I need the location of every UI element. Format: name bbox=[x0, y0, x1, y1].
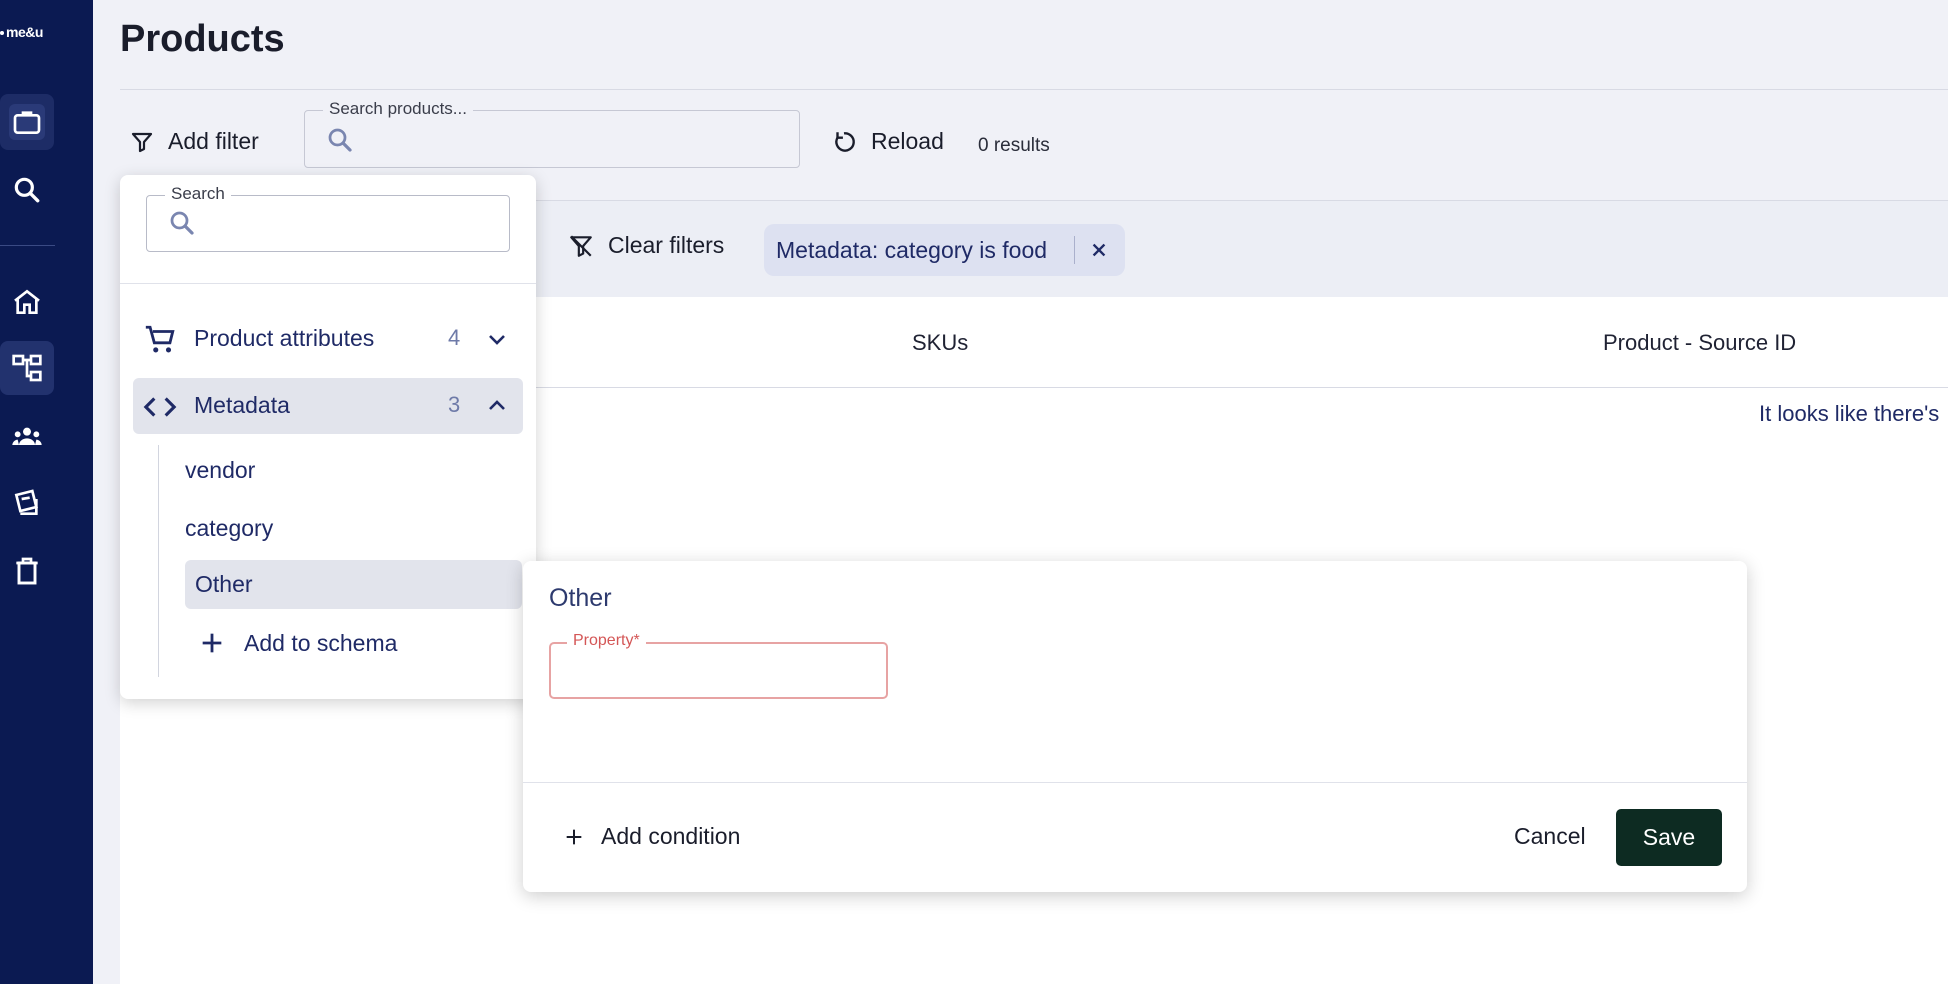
property-input[interactable]: Property* bbox=[549, 632, 888, 699]
chip-divider bbox=[1074, 236, 1075, 264]
metadata-item-other[interactable]: Other bbox=[185, 560, 522, 609]
nav-products-catalog-button[interactable] bbox=[0, 94, 54, 150]
plus-icon bbox=[566, 829, 582, 844]
search-icon bbox=[14, 177, 40, 203]
active-filter-chip-label: Metadata: category is food bbox=[776, 236, 1048, 263]
trash-icon bbox=[16, 557, 38, 585]
remove-filter-icon[interactable] bbox=[1086, 237, 1112, 263]
chevron-up-icon[interactable] bbox=[485, 394, 509, 418]
add-filter-dropdown: Search Product attributes 4 Metadata 3 v… bbox=[120, 175, 536, 699]
nav-trash-button[interactable] bbox=[0, 544, 54, 598]
column-header-skus[interactable]: SKUs bbox=[912, 330, 968, 356]
add-condition-button[interactable]: Add condition bbox=[563, 823, 740, 850]
sidebar-divider bbox=[0, 245, 55, 246]
code-icon bbox=[143, 397, 177, 417]
hierarchy-icon bbox=[12, 354, 42, 382]
plus-icon bbox=[202, 633, 222, 653]
results-count: 0 results bbox=[978, 135, 1050, 156]
reload-icon bbox=[835, 131, 855, 152]
briefcase-icon bbox=[13, 111, 41, 134]
search-icon bbox=[328, 128, 352, 152]
home-icon bbox=[14, 289, 40, 314]
nav-menus-button[interactable] bbox=[0, 476, 54, 530]
group-label: Product attributes bbox=[194, 325, 375, 351]
nav-search-button[interactable] bbox=[0, 163, 54, 217]
group-product-attributes[interactable]: Product attributes 4 bbox=[133, 311, 523, 367]
add-to-schema-button[interactable]: Add to schema bbox=[198, 629, 397, 657]
group-count: 4 bbox=[448, 325, 461, 350]
chevron-down-icon[interactable] bbox=[485, 327, 509, 351]
editor-divider bbox=[523, 782, 1747, 783]
nav-home-button[interactable] bbox=[0, 275, 54, 329]
brand-logo[interactable]: me&u bbox=[0, 24, 43, 40]
search-products-legend: Search products... bbox=[323, 99, 473, 119]
tree-guide-line bbox=[158, 445, 159, 677]
group-metadata[interactable]: Metadata 3 bbox=[133, 378, 523, 434]
property-legend: Property* bbox=[567, 632, 646, 650]
add-filter-button[interactable]: Add filter bbox=[130, 128, 259, 155]
active-filter-chip[interactable]: Metadata: category is food bbox=[764, 224, 1125, 276]
add-condition-label: Add condition bbox=[601, 823, 741, 849]
sidebar: me&u bbox=[0, 0, 93, 984]
search-icon bbox=[170, 211, 194, 235]
filter-search-legend: Search bbox=[165, 184, 231, 204]
group-label: Metadata bbox=[194, 392, 290, 418]
editor-title: Other bbox=[549, 584, 612, 612]
condition-editor-popover: Other Property* Add condition Cancel Sav… bbox=[523, 561, 1747, 892]
receipt-icon bbox=[14, 489, 38, 515]
panel-divider bbox=[120, 283, 536, 284]
filter-icon bbox=[131, 132, 153, 152]
column-header-source-id[interactable]: Product - Source ID bbox=[1603, 330, 1796, 356]
reload-button[interactable]: Reload bbox=[831, 128, 944, 155]
clear-filters-label: Clear filters bbox=[608, 232, 725, 258]
empty-state-message: It looks like there's bbox=[1759, 401, 1940, 426]
add-filter-label: Add filter bbox=[168, 128, 259, 154]
people-icon bbox=[12, 427, 42, 445]
cancel-button[interactable]: Cancel bbox=[1514, 823, 1586, 850]
add-to-schema-label: Add to schema bbox=[244, 629, 398, 656]
metadata-item-other-label: Other bbox=[195, 571, 253, 597]
search-products-input[interactable]: Search products... bbox=[304, 99, 800, 168]
nav-customers-button[interactable] bbox=[0, 410, 54, 464]
page-title: Products bbox=[120, 18, 285, 60]
clear-filters-button[interactable]: Clear filters bbox=[568, 232, 724, 259]
filter-search-input[interactable]: Search bbox=[146, 184, 510, 252]
filter-off-icon bbox=[570, 234, 592, 257]
metadata-item-vendor[interactable]: vendor bbox=[185, 457, 255, 484]
save-button[interactable]: Save bbox=[1616, 809, 1722, 866]
header-divider bbox=[120, 89, 1948, 90]
reload-label: Reload bbox=[871, 128, 944, 154]
group-count: 3 bbox=[448, 392, 461, 417]
cart-icon bbox=[145, 325, 175, 353]
nav-structure-button[interactable] bbox=[0, 341, 54, 395]
metadata-item-category[interactable]: category bbox=[185, 515, 273, 542]
